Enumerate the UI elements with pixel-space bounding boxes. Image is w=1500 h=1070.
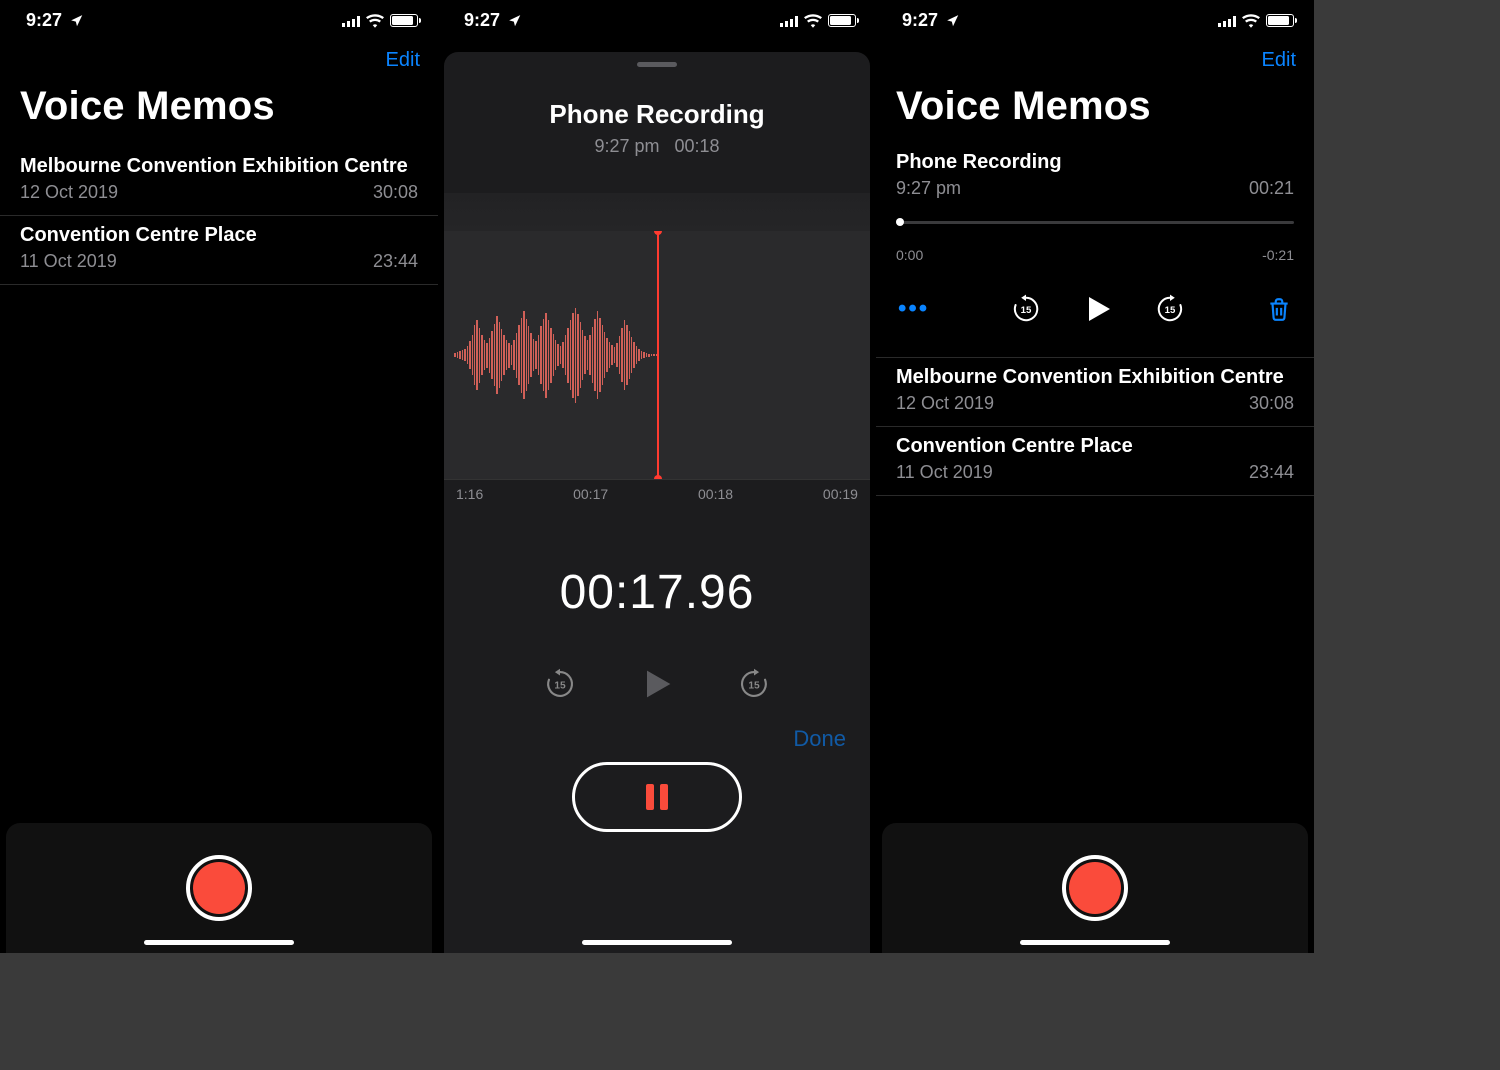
record-icon [1069,862,1121,914]
play-icon[interactable] [637,664,677,704]
location-icon [946,14,960,28]
location-icon [508,14,522,28]
elapsed-time: 00:17.96 [560,565,755,620]
cellular-icon [342,15,360,27]
battery-icon [1266,14,1294,27]
memo-duration: 23:44 [373,251,418,272]
edit-button[interactable]: Edit [1262,49,1296,72]
playback-controls: 15 15 [543,664,771,704]
nav-bar: Edit [876,35,1314,76]
status-time: 9:27 [464,10,500,31]
skip-back-15-icon[interactable]: 15 [1010,293,1042,325]
cellular-icon [780,15,798,27]
memo-date: 11 Oct 2019 [20,251,117,272]
memo-title: Phone Recording [896,151,1294,174]
nav-bar: Edit [0,35,438,76]
status-bar: 9:27 [438,0,876,35]
memo-title: Melbourne Convention Exhibition Centre [896,366,1294,389]
status-bar: 9:27 [0,0,438,35]
waveform-area[interactable]: 1:16 00:17 00:18 00:19 [444,193,870,521]
memo-title: Convention Centre Place [896,435,1294,458]
skip-forward-15-icon[interactable]: 15 [737,667,771,701]
recording-sheet: Phone Recording 9:27 pm 00:18 1:16 00:17… [444,52,870,953]
home-indicator[interactable] [144,940,294,945]
memo-title: Melbourne Convention Exhibition Centre [20,155,418,178]
skip-back-15-icon[interactable]: 15 [543,667,577,701]
time-ruler: 1:16 00:17 00:18 00:19 [444,480,870,502]
record-dock [882,823,1308,953]
home-indicator[interactable] [582,940,732,945]
svg-text:15: 15 [1020,305,1031,316]
location-icon [70,14,84,28]
svg-text:15: 15 [554,680,566,691]
recording-subinfo: 9:27 pm 00:18 [594,136,719,157]
sheet-grabber[interactable] [637,62,677,67]
screen-memo-list: 9:27 Edit Voice Memos Melbourne Conventi… [0,0,438,953]
delete-button[interactable] [1266,294,1292,324]
record-dock [6,823,432,953]
pause-button[interactable] [572,762,742,832]
memo-duration: 30:08 [1249,393,1294,414]
wifi-icon [804,14,822,28]
memo-duration: 30:08 [373,182,418,203]
play-button[interactable] [1080,291,1116,327]
memo-date: 12 Oct 2019 [896,393,994,414]
svg-text:15: 15 [748,680,760,691]
memo-list-item[interactable]: Convention Centre Place 11 Oct 2019 23:4… [0,216,438,285]
recording-title[interactable]: Phone Recording [549,99,764,130]
page-title: Voice Memos [876,76,1314,147]
record-button[interactable] [186,855,252,921]
scrub-remaining: -0:21 [1262,247,1294,263]
skip-forward-15-icon[interactable]: 15 [1154,293,1186,325]
pause-icon [646,784,668,810]
memo-duration: 23:44 [1249,462,1294,483]
wifi-icon [366,14,384,28]
battery-icon [390,14,418,27]
memo-date: 9:27 pm [896,178,961,199]
scrub-start: 0:00 [896,247,923,263]
ruler-tick: 00:17 [573,486,608,502]
memo-list-item[interactable]: Convention Centre Place 11 Oct 2019 23:4… [876,427,1314,496]
selected-memo[interactable]: Phone Recording 9:27 pm 00:21 0:00 -0:21… [876,147,1314,358]
waveform-icon [444,231,657,479]
screen-recording: 9:27 Phone Recording 9:27 pm 00:18 [438,0,876,953]
playhead-icon[interactable] [657,231,659,479]
ruler-tick: 00:18 [698,486,733,502]
record-icon [193,862,245,914]
cellular-icon [1218,15,1236,27]
recording-time-of-day: 9:27 pm [594,136,659,156]
memo-list-item[interactable]: Melbourne Convention Exhibition Centre 1… [0,147,438,216]
status-time: 9:27 [26,10,62,31]
home-indicator[interactable] [1020,940,1170,945]
page-title: Voice Memos [0,76,438,147]
battery-icon [828,14,856,27]
memo-date: 12 Oct 2019 [20,182,118,203]
record-button[interactable] [1062,855,1128,921]
more-options-button[interactable]: ••• [898,295,929,323]
screen-memo-expanded: 9:27 Edit Voice Memos Phone Recording 9:… [876,0,1314,953]
memo-list-item[interactable]: Melbourne Convention Exhibition Centre 1… [876,358,1314,427]
edit-button[interactable]: Edit [386,49,420,72]
memo-date: 11 Oct 2019 [896,462,993,483]
memo-duration: 00:21 [1249,178,1294,199]
memo-title: Convention Centre Place [20,224,418,247]
recording-elapsed-short: 00:18 [675,136,720,156]
svg-text:15: 15 [1164,305,1175,316]
status-bar: 9:27 [876,0,1314,35]
ruler-tick: 00:19 [823,486,858,502]
scrubber[interactable] [896,219,1294,237]
ruler-tick: 1:16 [456,486,483,502]
done-button[interactable]: Done [793,726,846,752]
scrubber-thumb-icon[interactable] [896,218,904,226]
status-time: 9:27 [902,10,938,31]
wifi-icon [1242,14,1260,28]
